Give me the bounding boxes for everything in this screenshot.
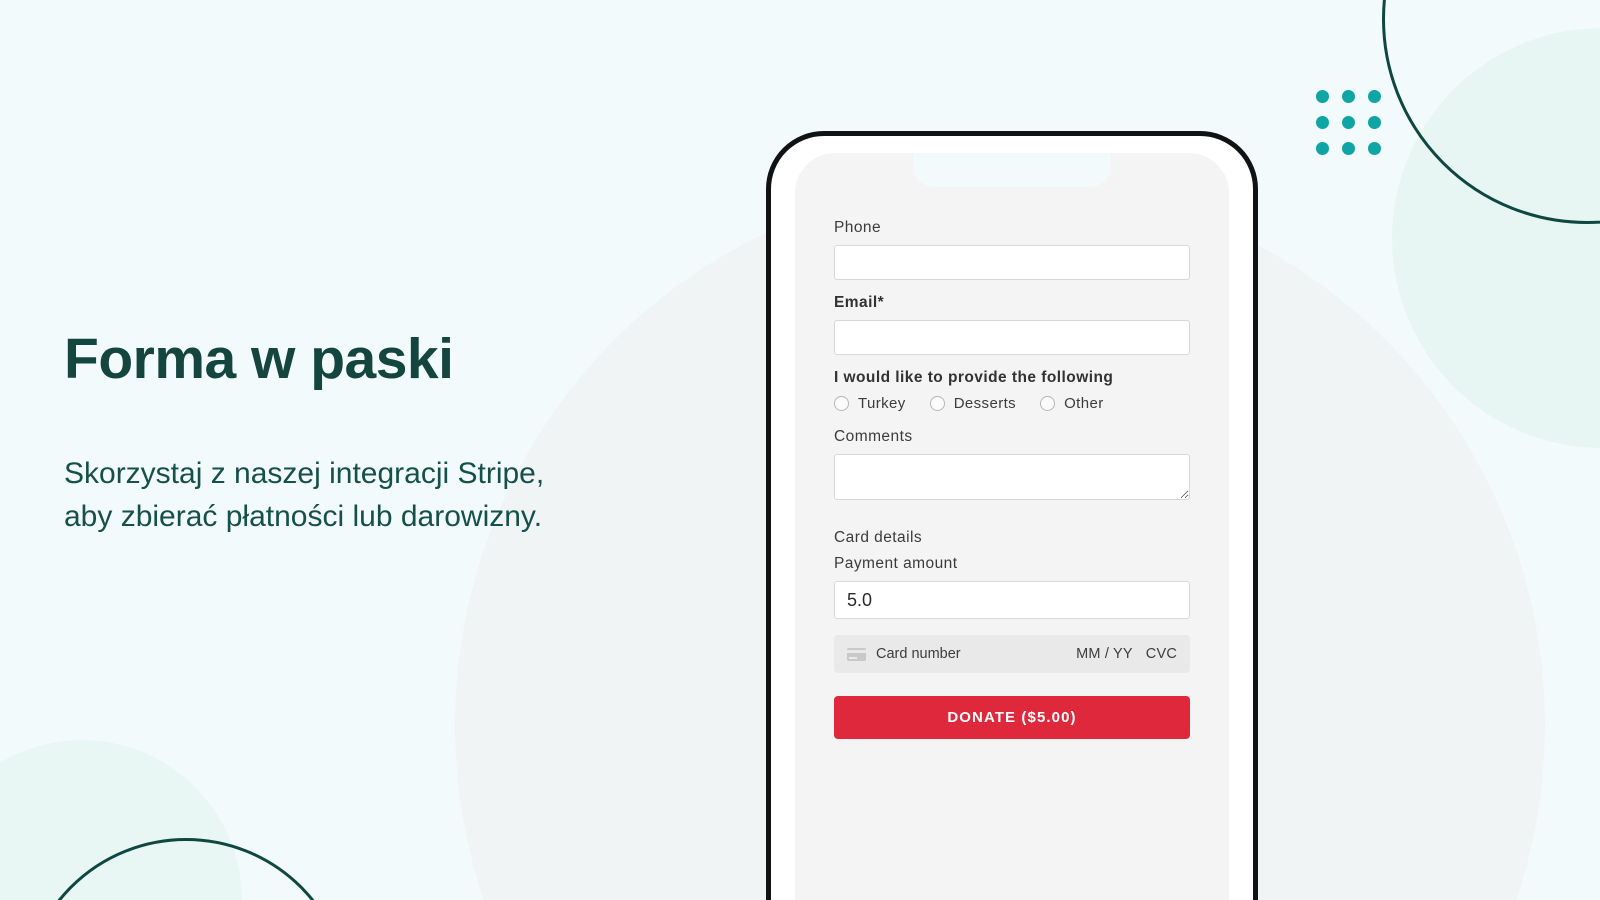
- card-expiry-cvc-area[interactable]: MM / YY CVC: [1076, 646, 1177, 662]
- dot: [1342, 116, 1355, 129]
- comments-field-group: Comments: [834, 428, 1190, 505]
- radio-option-desserts[interactable]: Desserts: [929, 395, 1017, 412]
- payment-amount-input[interactable]: [834, 581, 1190, 619]
- phone-input[interactable]: [834, 245, 1190, 280]
- email-field-label: Email*: [834, 294, 885, 311]
- phone-mockup: Phone Email* I would like to provide the…: [766, 131, 1258, 900]
- radio-circle-icon[interactable]: [834, 396, 849, 411]
- page-title: Forma w paski: [64, 327, 454, 391]
- card-number-area[interactable]: Card number: [847, 646, 961, 662]
- page-root: Forma w paski Skorzystaj z naszej integr…: [0, 0, 1600, 900]
- payment-amount-group: Payment amount: [834, 555, 1190, 619]
- comments-textarea[interactable]: [834, 454, 1190, 500]
- radio-label-other: Other: [1064, 395, 1104, 412]
- email-input[interactable]: [834, 320, 1190, 355]
- comments-field-label: Comments: [834, 428, 913, 445]
- credit-card-icon: [847, 647, 866, 661]
- hero-copy: Forma w paski Skorzystaj z naszej integr…: [64, 327, 754, 539]
- hero-subcopy: Skorzystaj z naszej integracji Stripe, a…: [64, 452, 754, 539]
- dot: [1342, 142, 1355, 155]
- hero-subcopy-line-2: aby zbierać płatności lub darowizny.: [64, 500, 543, 534]
- card-cvc-placeholder: CVC: [1145, 646, 1177, 662]
- dot: [1368, 116, 1381, 129]
- dot-grid-icon: [1316, 90, 1381, 155]
- radio-circle-icon[interactable]: [929, 396, 945, 411]
- radio-option-turkey[interactable]: Turkey: [834, 395, 906, 412]
- payment-amount-label: Payment amount: [834, 555, 958, 572]
- radio-group: I would like to provide the following Tu…: [834, 369, 1190, 412]
- radio-circle-icon[interactable]: [1040, 396, 1056, 411]
- radio-label-desserts: Desserts: [953, 395, 1017, 412]
- dot: [1368, 142, 1381, 155]
- dot: [1316, 116, 1329, 129]
- email-field-group: Email*: [834, 294, 1190, 355]
- dot: [1316, 90, 1329, 103]
- stripe-card-element[interactable]: Card number MM / YY CVC: [834, 635, 1190, 673]
- radio-options: Turkey Desserts Other: [834, 395, 1190, 412]
- radio-group-label: I would like to provide the following: [834, 369, 1114, 386]
- card-number-placeholder: Card number: [876, 646, 961, 662]
- radio-label-turkey: Turkey: [858, 395, 906, 412]
- donate-button[interactable]: DONATE ($5.00): [834, 696, 1190, 739]
- dot: [1342, 90, 1355, 103]
- hero-subcopy-line-1: Skorzystaj z naszej integracji Stripe,: [64, 456, 545, 490]
- card-details-section-label: Card details: [834, 529, 923, 546]
- donation-form: Phone Email* I would like to provide the…: [834, 219, 1190, 739]
- phone-field-group: Phone: [834, 219, 1190, 280]
- phone-notch: [914, 153, 1110, 187]
- phone-field-label: Phone: [834, 219, 882, 236]
- dot: [1368, 90, 1381, 103]
- dot: [1316, 142, 1329, 155]
- radio-option-other[interactable]: Other: [1040, 395, 1104, 412]
- phone-screen: Phone Email* I would like to provide the…: [795, 153, 1229, 900]
- card-expiry-placeholder: MM / YY: [1076, 646, 1133, 662]
